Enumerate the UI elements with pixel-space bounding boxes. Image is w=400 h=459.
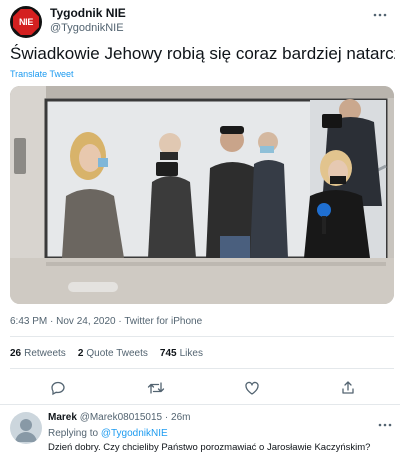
reply-handle[interactable]: @Marek08015015: [80, 412, 162, 423]
reply-time[interactable]: · 26m: [165, 412, 191, 423]
likes-count: 745: [159, 348, 177, 359]
like-icon[interactable]: [242, 378, 262, 398]
author-handle[interactable]: @TygodnikNIE: [50, 22, 124, 34]
default-avatar-icon: [15, 419, 37, 442]
reply-text: Dzień dobry. Czy chcieliby Państwo poroz…: [48, 442, 371, 453]
replying-to: Replying to @TygodnikNIE: [48, 428, 168, 439]
logo-text: NIE: [18, 17, 34, 27]
tweet-photo[interactable]: [10, 86, 394, 304]
reply-more-options-icon[interactable]: [378, 414, 392, 432]
replying-to-handle[interactable]: @TygodnikNIE: [101, 428, 168, 439]
translate-tweet-link[interactable]: Translate Tweet: [10, 69, 74, 79]
tweet-text: Świadkowie Jehowy robią się coraz bardzi…: [10, 44, 395, 63]
retweets-count: 26: [10, 348, 22, 359]
reply-display-name[interactable]: Marek: [48, 412, 77, 423]
divider: [10, 368, 394, 369]
more-options-icon[interactable]: [370, 8, 390, 22]
tweet-timestamp[interactable]: 6:43 PM · Nov 24, 2020 · Twitter for iPh…: [10, 316, 202, 327]
tweet-actions: [10, 378, 394, 398]
divider: [10, 336, 394, 337]
tweet-stats: 26 Retweets 2 Quote Tweets 745 Likes: [10, 348, 203, 359]
stop-sign-logo: NIE: [13, 9, 39, 35]
quote-tweets-label: Quote Tweets: [86, 348, 148, 359]
author-display-name[interactable]: Tygodnik NIE: [50, 6, 126, 20]
retweets-label: Retweets: [24, 348, 66, 359]
tweet-header: NIE Tygodnik NIE @TygodnikNIE: [8, 4, 392, 38]
likes-stat[interactable]: 745 Likes: [160, 348, 203, 359]
quote-tweets-count: 2: [77, 348, 84, 359]
quote-tweets-stat[interactable]: 2 Quote Tweets: [78, 348, 148, 359]
reply-header: Marek @Marek08015015 · 26m: [48, 412, 190, 423]
photo-illustration: [10, 86, 394, 304]
reply-tweet[interactable]: Marek @Marek08015015 · 26m Replying to @…: [0, 404, 400, 459]
likes-label: Likes: [179, 348, 203, 359]
retweets-stat[interactable]: 26 Retweets: [10, 348, 66, 359]
default-avatar[interactable]: [10, 412, 42, 444]
reply-icon[interactable]: [48, 378, 68, 398]
share-icon[interactable]: [338, 378, 358, 398]
replying-to-label: Replying to: [48, 428, 99, 439]
retweet-icon[interactable]: [146, 378, 166, 398]
author-avatar[interactable]: NIE: [10, 6, 42, 38]
